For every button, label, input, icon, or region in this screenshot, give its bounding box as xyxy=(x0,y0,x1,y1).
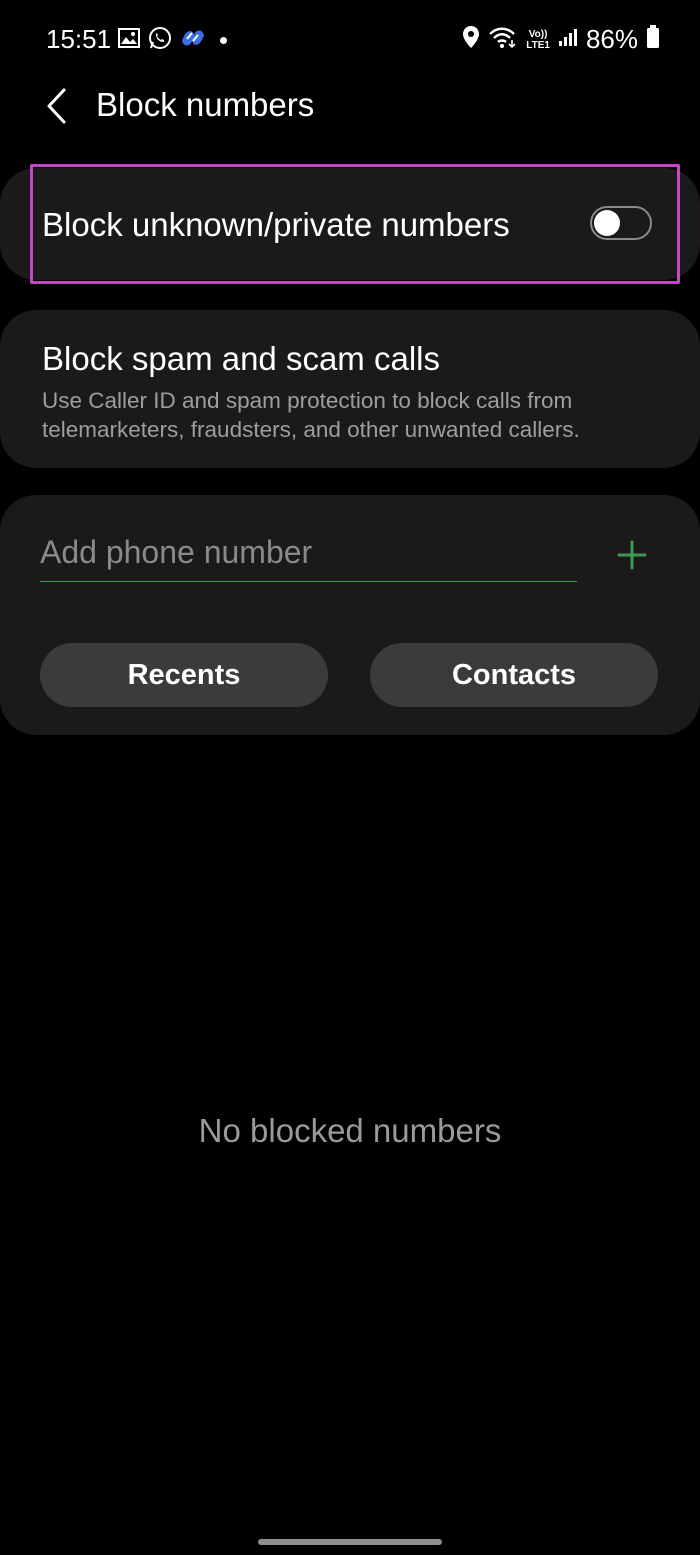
gallery-icon xyxy=(118,28,140,53)
block-spam-title: Block spam and scam calls xyxy=(42,340,440,377)
back-button[interactable] xyxy=(34,84,78,128)
phone-number-input[interactable] xyxy=(40,529,577,575)
status-time: 15:51 xyxy=(46,24,112,54)
status-right-icons: Vo)) LTE1 86% xyxy=(462,24,660,55)
whatsapp-icon xyxy=(148,26,172,55)
highlight-annotation xyxy=(30,164,680,284)
status-bar: 15:51 Vo)) LTE1 86% xyxy=(0,0,700,80)
home-indicator[interactable] xyxy=(258,1539,442,1545)
notification-dot xyxy=(220,37,227,44)
empty-state-text: No blocked numbers xyxy=(198,1112,502,1149)
location-icon xyxy=(462,25,480,54)
page-title: Block numbers xyxy=(96,86,315,123)
battery-percent: 86% xyxy=(585,24,638,54)
plus-icon xyxy=(617,540,647,570)
status-left-icons xyxy=(118,26,227,55)
wifi-icon xyxy=(488,25,518,54)
volte-bottom-label: LTE1 xyxy=(526,39,550,51)
volte-icon: Vo)) LTE1 xyxy=(526,29,550,51)
signal-icon xyxy=(558,27,578,52)
recents-button[interactable]: Recents xyxy=(40,643,328,707)
add-number-card: Recents Contacts xyxy=(0,495,700,735)
block-spam-description: Use Caller ID and spam protection to blo… xyxy=(42,388,580,442)
contacts-button[interactable]: Contacts xyxy=(370,643,658,707)
add-number-button[interactable] xyxy=(614,537,650,573)
app-icon xyxy=(180,27,206,54)
block-spam-row[interactable]: Block spam and scam calls Use Caller ID … xyxy=(0,310,700,468)
app-header: Block numbers xyxy=(0,78,700,138)
volte-top-label: Vo)) xyxy=(528,28,548,40)
chevron-left-icon xyxy=(47,88,66,124)
phone-input-wrapper xyxy=(40,529,577,582)
battery-icon xyxy=(646,25,660,54)
